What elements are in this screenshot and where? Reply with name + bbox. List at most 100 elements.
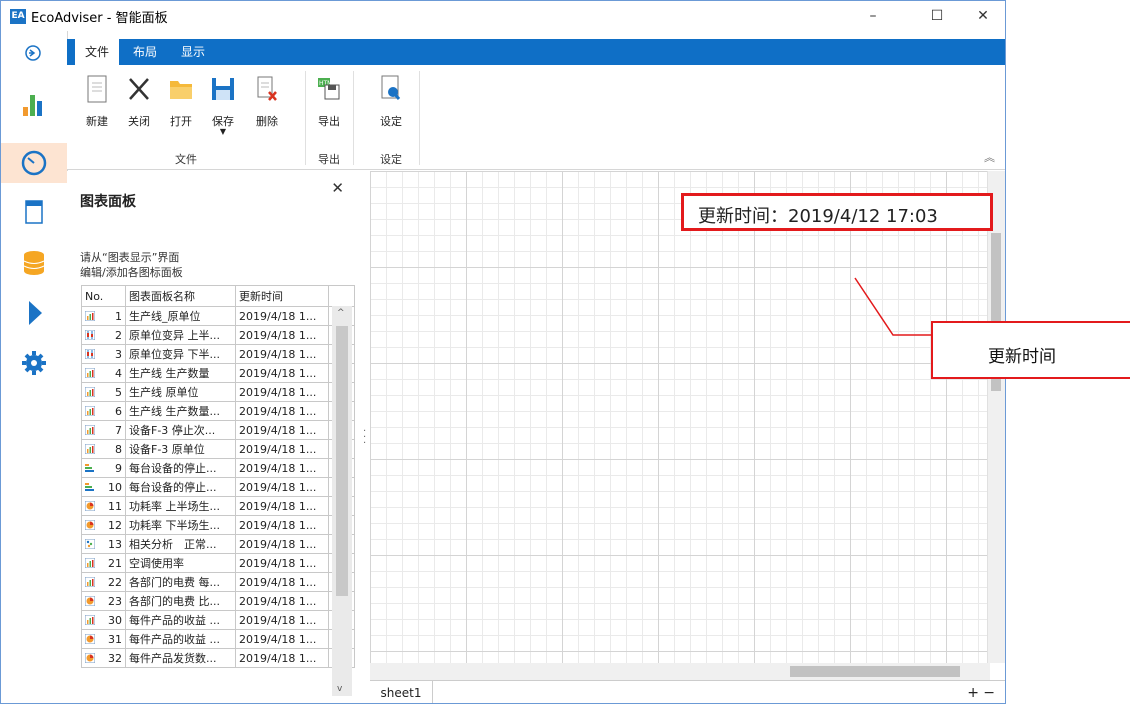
list-scrollbar[interactable]: ^ v [332, 306, 352, 696]
table-row[interactable]: 12 功耗率 下半场生... 2019/4/18 1... [81, 515, 355, 535]
row-name-cell: 功耗率 上半场生... [125, 496, 236, 516]
save-icon [212, 78, 234, 100]
row-no-cell: 31 [81, 629, 126, 649]
gauge-icon [21, 150, 47, 176]
update-time-text: 更新时间：2019/4/12 17:03 [698, 206, 938, 227]
dashboard-canvas[interactable] [370, 171, 1005, 663]
nav-chart[interactable] [1, 83, 67, 123]
bar-chart-icon [85, 614, 95, 627]
row-time-cell: 2019/4/18 1... [235, 629, 329, 649]
row-name-cell: 原单位变异 下半... [125, 344, 236, 364]
table-row[interactable]: 4 生产线 生产数量 2019/4/18 1... [81, 363, 355, 383]
tab-layout[interactable]: 布局 [123, 39, 167, 65]
expand-nav-button[interactable] [1, 33, 67, 73]
row-name-cell: 每件产品的收益 ... [125, 610, 236, 630]
hbar-chart-icon [85, 481, 95, 494]
row-no-cell: 32 [81, 648, 126, 668]
collapse-ribbon-icon[interactable]: ︽ [984, 149, 995, 165]
table-row[interactable]: 31 每件产品的收益 ... 2019/4/18 1... [81, 629, 355, 649]
delete-button[interactable]: 删除 [247, 71, 287, 141]
hbar-chart-icon [85, 462, 95, 475]
list-scroll-thumb[interactable] [336, 326, 348, 596]
pie-chart-icon [85, 500, 95, 513]
nav-report[interactable] [1, 193, 67, 233]
table-row[interactable]: 21 空调使用率 2019/4/18 1... [81, 553, 355, 573]
panel-hint-line1: 请从“图表显示”界面 [80, 251, 180, 264]
open-button[interactable]: 打开 [161, 71, 201, 141]
row-number: 13 [108, 537, 122, 551]
table-row[interactable]: 11 功耗率 上半场生... 2019/4/18 1... [81, 496, 355, 516]
ribbon: 新建 关闭 打开 保存 ▼ 删除 文件 HTM 导出 导出 设定 设定 ︽ [67, 65, 1005, 170]
tab-display[interactable]: 显示 [171, 39, 215, 65]
nav-settings[interactable] [1, 343, 67, 383]
nav-dashboard[interactable] [1, 143, 67, 183]
row-number: 11 [108, 499, 122, 513]
pie-chart-icon [85, 595, 95, 608]
column-header-time[interactable]: 更新时间 [235, 285, 329, 307]
close-x-icon [129, 78, 149, 100]
export-button[interactable]: HTM 导出 [309, 71, 349, 141]
table-row[interactable]: 10 每台设备的停止... 2019/4/18 1... [81, 477, 355, 497]
row-no-cell: 6 [81, 401, 126, 421]
nav-play[interactable] [1, 293, 67, 333]
sheet-tab[interactable]: sheet1 [370, 681, 433, 703]
row-time-cell: 2019/4/18 1... [235, 325, 329, 345]
row-number: 2 [115, 328, 122, 342]
table-row[interactable]: 13 相关分析 正常... 2019/4/18 1... [81, 534, 355, 554]
remove-sheet-button[interactable]: − [983, 685, 995, 701]
column-header-no[interactable]: No. [81, 285, 126, 307]
row-no-cell: 23 [81, 591, 126, 611]
table-row[interactable]: 23 各部门的电费 比... 2019/4/18 1... [81, 591, 355, 611]
row-time-cell: 2019/4/18 1... [235, 401, 329, 421]
row-name-cell: 生产线 生产数量... [125, 401, 236, 421]
row-no-cell: 13 [81, 534, 126, 554]
minimize-button[interactable]: – [853, 5, 893, 27]
panel-close-icon[interactable]: ✕ [331, 179, 344, 197]
new-document-icon [87, 75, 107, 103]
table-row[interactable]: 9 每台设备的停止... 2019/4/18 1... [81, 458, 355, 478]
table-row[interactable]: 8 设备F-3 原单位 2019/4/18 1... [81, 439, 355, 459]
close-button[interactable]: 关闭 [119, 71, 159, 141]
close-window-button[interactable]: ✕ [963, 5, 1003, 27]
row-no-cell: 2 [81, 325, 126, 345]
row-name-cell: 功耗率 下半场生... [125, 515, 236, 535]
table-row[interactable]: 3 原单位变异 下半... 2019/4/18 1... [81, 344, 355, 364]
maximize-button[interactable]: ☐ [917, 5, 957, 27]
new-button[interactable]: 新建 [77, 71, 117, 141]
canvas-vertical-scrollbar[interactable] [987, 171, 1005, 663]
table-row[interactable]: 2 原单位变异 上半... 2019/4/18 1... [81, 325, 355, 345]
row-name-cell: 空调使用率 [125, 553, 236, 573]
row-name-cell: 生产线 生产数量 [125, 363, 236, 383]
horizontal-scroll-thumb[interactable] [790, 666, 960, 677]
settings-button[interactable]: 设定 [371, 71, 411, 141]
panel-list-table: No. 图表面板名称 更新时间 1 生产线_原单位 2019/4/18 1... 2 原… [81, 285, 355, 668]
table-row[interactable]: 1 生产线_原单位 2019/4/18 1... [81, 306, 355, 326]
table-row[interactable]: 6 生产线 生产数量... 2019/4/18 1... [81, 401, 355, 421]
save-button[interactable]: 保存 ▼ [203, 71, 243, 141]
row-name-cell: 每台设备的停止... [125, 477, 236, 497]
tab-file[interactable]: 文件 [75, 39, 119, 65]
sheet-tab-bar: sheet1 + − [370, 680, 1005, 703]
table-row[interactable]: 22 各部门的电费 每... 2019/4/18 1... [81, 572, 355, 592]
panel-splitter[interactable]: · · · [358, 171, 370, 703]
table-row[interactable]: 32 每件产品发货数... 2019/4/18 1... [81, 648, 355, 668]
table-row[interactable]: 30 每件产品的收益 ... 2019/4/18 1... [81, 610, 355, 630]
row-time-cell: 2019/4/18 1... [235, 496, 329, 516]
pie-chart-icon [85, 633, 95, 646]
column-header-name[interactable]: 图表面板名称 [125, 285, 236, 307]
table-row[interactable]: 5 生产线 原单位 2019/4/18 1... [81, 382, 355, 402]
row-time-cell: 2019/4/18 1... [235, 439, 329, 459]
panel-hint-line2: 编辑/添加各图标面板 [80, 266, 183, 279]
save-dropdown-arrow[interactable]: ▼ [203, 127, 243, 136]
export-icon: HTM [318, 78, 340, 100]
row-number: 23 [108, 594, 122, 608]
canvas-horizontal-scrollbar[interactable] [370, 663, 990, 680]
row-name-cell: 各部门的电费 比... [125, 591, 236, 611]
row-no-cell: 1 [81, 306, 126, 326]
table-row[interactable]: 7 设备F-3 停止次... 2019/4/18 1... [81, 420, 355, 440]
add-sheet-button[interactable]: + [967, 685, 979, 701]
column-header-filler [328, 285, 355, 307]
nav-database[interactable] [1, 243, 67, 283]
bar-chart-icon [85, 443, 95, 456]
database-icon [23, 251, 45, 275]
